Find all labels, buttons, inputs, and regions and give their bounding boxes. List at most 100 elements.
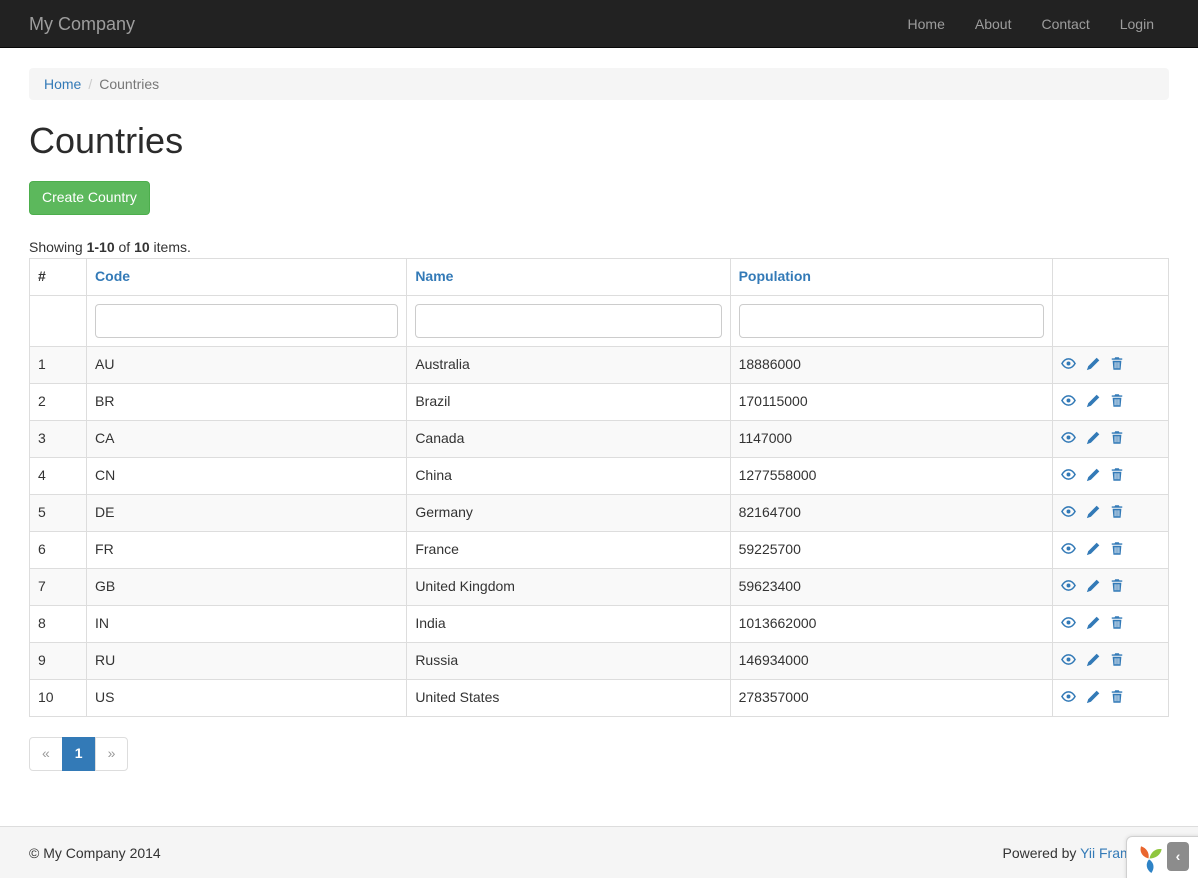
delete-button[interactable]	[1110, 355, 1124, 375]
row-number: 7	[30, 568, 87, 605]
cell-name: United Kingdom	[407, 568, 730, 605]
table-row: 8 IN India 1013662000	[30, 605, 1169, 642]
update-button[interactable]	[1086, 651, 1100, 671]
eye-icon	[1061, 541, 1076, 557]
debug-toolbar-expand-button[interactable]: ‹	[1167, 842, 1189, 871]
view-button[interactable]	[1061, 614, 1076, 634]
eye-icon	[1061, 504, 1076, 520]
update-button[interactable]	[1086, 392, 1100, 412]
trash-icon	[1110, 393, 1124, 409]
view-button[interactable]	[1061, 355, 1076, 375]
trash-icon	[1110, 652, 1124, 668]
create-country-button[interactable]: Create Country	[29, 181, 150, 215]
delete-button[interactable]	[1110, 651, 1124, 671]
cell-actions	[1052, 346, 1168, 383]
update-button[interactable]	[1086, 614, 1100, 634]
update-button[interactable]	[1086, 688, 1100, 708]
cell-population: 59623400	[730, 568, 1052, 605]
row-number: 4	[30, 457, 87, 494]
grid-header-row: # Code Name Population	[30, 258, 1169, 295]
update-button[interactable]	[1086, 429, 1100, 449]
table-row: 7 GB United Kingdom 59623400	[30, 568, 1169, 605]
trash-icon	[1110, 541, 1124, 557]
cell-name: Germany	[407, 494, 730, 531]
nav-item-home[interactable]: Home	[893, 0, 960, 48]
cell-code: IN	[87, 605, 407, 642]
countries-grid: # Code Name Population 1 AU Australia 18…	[29, 258, 1169, 717]
trash-icon	[1110, 504, 1124, 520]
view-button[interactable]	[1061, 429, 1076, 449]
filter-input-code[interactable]	[95, 304, 398, 338]
table-row: 3 CA Canada 1147000	[30, 420, 1169, 457]
update-button[interactable]	[1086, 577, 1100, 597]
main-nav: Home About Contact Login	[893, 0, 1169, 48]
pencil-icon	[1086, 689, 1100, 705]
pagination-page-1[interactable]: 1	[62, 737, 96, 771]
view-button[interactable]	[1061, 540, 1076, 560]
pencil-icon	[1086, 356, 1100, 372]
breadcrumb-current: Countries	[99, 76, 159, 92]
pencil-icon	[1086, 578, 1100, 594]
table-row: 9 RU Russia 146934000	[30, 642, 1169, 679]
view-button[interactable]	[1061, 466, 1076, 486]
view-button[interactable]	[1061, 392, 1076, 412]
delete-button[interactable]	[1110, 540, 1124, 560]
filter-input-population[interactable]	[739, 304, 1044, 338]
cell-code: CA	[87, 420, 407, 457]
sort-link-name[interactable]: Name	[415, 268, 453, 284]
summary-of: of	[115, 239, 134, 255]
update-button[interactable]	[1086, 355, 1100, 375]
cell-code: GB	[87, 568, 407, 605]
table-row: 2 BR Brazil 170115000	[30, 383, 1169, 420]
update-button[interactable]	[1086, 540, 1100, 560]
summary-suffix: items.	[150, 239, 191, 255]
delete-button[interactable]	[1110, 503, 1124, 523]
eye-icon	[1061, 356, 1076, 372]
cell-population: 82164700	[730, 494, 1052, 531]
view-button[interactable]	[1061, 503, 1076, 523]
view-button[interactable]	[1061, 577, 1076, 597]
sort-link-code[interactable]: Code	[95, 268, 130, 284]
cell-name: Australia	[407, 346, 730, 383]
cell-code: FR	[87, 531, 407, 568]
sort-link-population[interactable]: Population	[739, 268, 811, 284]
row-number: 5	[30, 494, 87, 531]
delete-button[interactable]	[1110, 466, 1124, 486]
table-row: 6 FR France 59225700	[30, 531, 1169, 568]
page-title: Countries	[29, 120, 1169, 162]
breadcrumb-home-link[interactable]: Home	[44, 76, 81, 92]
pencil-icon	[1086, 393, 1100, 409]
nav-item-login[interactable]: Login	[1105, 0, 1169, 48]
delete-button[interactable]	[1110, 429, 1124, 449]
pencil-icon	[1086, 504, 1100, 520]
cell-name: India	[407, 605, 730, 642]
cell-actions	[1052, 642, 1168, 679]
delete-button[interactable]	[1110, 614, 1124, 634]
update-button[interactable]	[1086, 503, 1100, 523]
eye-icon	[1061, 430, 1076, 446]
pencil-icon	[1086, 652, 1100, 668]
cell-name: Canada	[407, 420, 730, 457]
cell-actions	[1052, 420, 1168, 457]
cell-actions	[1052, 679, 1168, 716]
summary-total: 10	[134, 239, 150, 255]
delete-button[interactable]	[1110, 688, 1124, 708]
eye-icon	[1061, 578, 1076, 594]
view-button[interactable]	[1061, 688, 1076, 708]
brand-link[interactable]: My Company	[29, 0, 150, 48]
row-number: 6	[30, 531, 87, 568]
nav-item-contact[interactable]: Contact	[1026, 0, 1104, 48]
filter-input-name[interactable]	[415, 304, 721, 338]
delete-button[interactable]	[1110, 392, 1124, 412]
view-button[interactable]	[1061, 651, 1076, 671]
update-button[interactable]	[1086, 466, 1100, 486]
nav-item-about[interactable]: About	[960, 0, 1027, 48]
cell-actions	[1052, 605, 1168, 642]
header-number: #	[30, 258, 87, 295]
cell-population: 1277558000	[730, 457, 1052, 494]
top-navbar: My Company Home About Contact Login	[0, 0, 1198, 48]
delete-button[interactable]	[1110, 577, 1124, 597]
filter-cell-empty	[30, 295, 87, 346]
cell-code: RU	[87, 642, 407, 679]
table-row: 4 CN China 1277558000	[30, 457, 1169, 494]
